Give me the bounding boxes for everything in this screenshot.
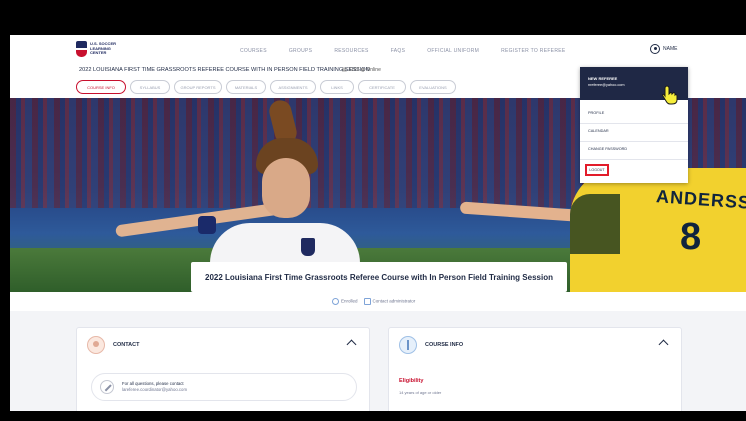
hero-actions: Enrolled Contact administrator — [332, 298, 415, 305]
globe-icon: ◍ — [360, 67, 366, 73]
tab-links[interactable]: LINKS — [320, 80, 354, 94]
crest-icon — [301, 238, 315, 256]
nav-item-register[interactable]: REGISTER TO REFEREE — [501, 48, 565, 54]
opponent-shadow — [570, 194, 620, 254]
hand-cursor-icon — [662, 85, 678, 105]
contact-admin-label: Contact administrator — [372, 298, 416, 304]
check-icon — [332, 298, 339, 305]
tab-syllabus[interactable]: SYLLABUS — [130, 80, 170, 94]
user-label: NAME — [663, 46, 678, 52]
contact-admin-link[interactable]: Contact administrator — [363, 298, 416, 305]
hero-caption: 2022 Louisiana First Time Grassroots Ref… — [191, 262, 567, 292]
chevron-up-icon[interactable] — [346, 339, 357, 350]
nav-item-groups[interactable]: GROUPS — [289, 48, 312, 54]
tab-course-info[interactable]: COURSE INFO — [76, 80, 126, 94]
site-logo[interactable]: U.S. SOCCER LEARNING CENTER — [76, 40, 120, 58]
contact-box: For all questions, please contact larefe… — [91, 373, 357, 401]
menu-divider — [580, 141, 688, 142]
logo-text: U.S. SOCCER LEARNING CENTER — [90, 41, 117, 56]
top-letterbox — [0, 0, 746, 35]
contact-card: CONTACT For all questions, please contac… — [76, 327, 370, 411]
enrolled-label: Enrolled — [341, 298, 358, 304]
course-date: 3162 — [348, 67, 360, 73]
nav-item-official-uniform[interactable]: OFFICIAL UNIFORM — [427, 48, 479, 54]
ussf-shield-icon — [76, 41, 87, 57]
logout-button[interactable]: LOGOUT — [585, 164, 609, 176]
site-header: U.S. SOCCER LEARNING CENTER COURSES GROU… — [10, 35, 746, 63]
tab-evaluations[interactable]: EVALUATIONS — [410, 80, 456, 94]
contact-card-title: CONTACT — [113, 342, 140, 348]
contact-email[interactable]: lareferee.coordinator@yahoo.com — [122, 387, 187, 393]
tab-assignments[interactable]: ASSIGNMENTS — [270, 80, 316, 94]
user-name: NEW REFEREE — [588, 76, 618, 81]
menu-item-profile[interactable]: PROFILE — [588, 111, 604, 115]
tab-certificate[interactable]: CERTIFICATE — [358, 80, 406, 94]
user-menu-toggle[interactable]: NAME — [650, 44, 677, 54]
course-info-card: COURSE INFO Eligibility 14 years of age … — [388, 327, 682, 411]
eligibility-heading: Eligibility — [399, 378, 424, 384]
course-tabs: COURSE INFO SYLLABUS GROUP REPORTS MATER… — [76, 80, 456, 94]
eligibility-text: 14 years of age or older — [399, 390, 442, 395]
chevron-up-icon[interactable] — [658, 339, 669, 350]
bottom-letterbox — [0, 411, 746, 421]
nav-item-courses[interactable]: COURSES — [240, 48, 267, 54]
course-info-card-title: COURSE INFO — [425, 342, 464, 348]
main-nav: COURSES GROUPS RESOURCES FAQS OFFICIAL U… — [240, 48, 588, 54]
tab-group-reports[interactable]: GROUP REPORTS — [174, 80, 222, 94]
menu-item-change-password[interactable]: CHANGE PASSWORD — [588, 147, 627, 151]
course-meta: ▤ 3162 ◍ Online — [342, 67, 381, 73]
contact-avatar-icon — [87, 336, 105, 354]
user-icon — [650, 44, 660, 54]
player-face — [262, 158, 310, 218]
pencil-icon — [100, 380, 114, 394]
course-page: U.S. SOCCER LEARNING CENTER COURSES GROU… — [10, 35, 746, 411]
logout-label: LOGOUT — [589, 168, 605, 172]
calendar-icon: ▤ — [342, 67, 347, 73]
course-title: 2022 LOUISIANA FIRST TIME GRASSROOTS REF… — [79, 67, 370, 73]
nav-item-resources[interactable]: RESOURCES — [334, 48, 368, 54]
jersey-number-right: 8 — [680, 216, 702, 258]
enrolled-status: Enrolled — [332, 298, 358, 305]
mail-icon — [363, 298, 371, 305]
course-mode: Online — [366, 67, 381, 73]
player-sleeve — [198, 216, 216, 234]
contact-text-block: For all questions, please contact larefe… — [122, 381, 187, 393]
nav-item-faqs[interactable]: FAQS — [391, 48, 406, 54]
menu-divider — [580, 123, 688, 124]
menu-divider — [580, 159, 688, 160]
info-icon — [399, 336, 417, 354]
tab-materials[interactable]: MATERIALS — [226, 80, 266, 94]
contact-card-header[interactable]: CONTACT — [87, 336, 139, 354]
menu-item-calendar[interactable]: CALENDAR — [588, 129, 609, 133]
course-info-card-header[interactable]: COURSE INFO — [399, 336, 463, 354]
